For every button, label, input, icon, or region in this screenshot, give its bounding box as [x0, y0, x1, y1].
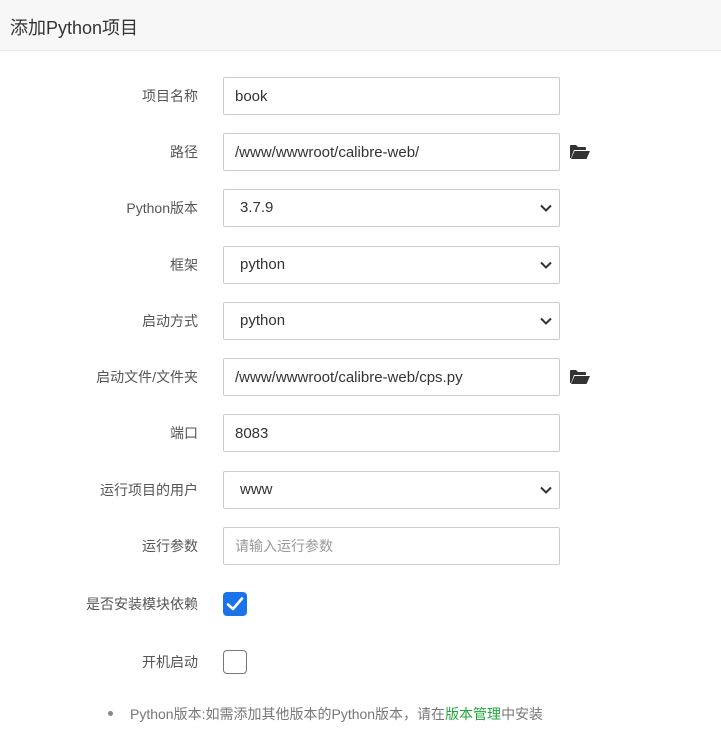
autostart-checkbox[interactable]	[223, 650, 247, 674]
dialog-title: 添加Python项目	[10, 18, 139, 38]
startup-file-row: 启动文件/文件夹	[0, 358, 721, 396]
tip-text-suffix: 中安装	[501, 706, 544, 722]
chevron-down-icon	[540, 204, 552, 212]
framework-label: 框架	[170, 257, 198, 273]
install-deps-checkbox[interactable]	[223, 592, 247, 616]
folder-open-icon[interactable]	[569, 143, 591, 161]
startup-file-label: 启动文件/文件夹	[96, 369, 198, 385]
dialog-title-bar: 添加Python项目	[0, 0, 721, 51]
startup-file-input[interactable]	[223, 358, 560, 396]
version-manage-link[interactable]: 版本管理	[445, 706, 501, 722]
run-user-row: 运行项目的用户 www	[0, 471, 721, 509]
path-label: 路径	[170, 144, 198, 160]
folder-open-icon[interactable]	[569, 368, 591, 386]
python-version-label: Python版本	[126, 200, 198, 216]
chevron-down-icon	[540, 317, 552, 325]
port-row: 端口	[0, 414, 721, 452]
startup-mode-value: python	[240, 312, 286, 329]
add-python-project-dialog: 添加Python项目 项目名称 路径 Python版本 3.7.9 框架 pyt…	[0, 0, 721, 729]
project-name-label: 项目名称	[142, 88, 198, 104]
chevron-down-icon	[540, 261, 552, 269]
python-version-value: 3.7.9	[240, 199, 274, 216]
autostart-row: 开机启动	[0, 643, 721, 681]
python-version-row: Python版本 3.7.9	[0, 189, 721, 227]
project-name-input[interactable]	[223, 77, 560, 115]
python-version-tip: Python版本:如需添加其他版本的Python版本，请在版本管理中安装	[108, 704, 543, 724]
checkmark-icon	[226, 597, 244, 611]
run-args-row: 运行参数	[0, 527, 721, 565]
framework-row: 框架 python	[0, 246, 721, 284]
bullet-icon	[108, 710, 113, 716]
install-deps-label: 是否安装模块依赖	[86, 596, 198, 612]
autostart-label: 开机启动	[142, 654, 198, 670]
framework-value: python	[240, 256, 286, 273]
project-name-row: 项目名称	[0, 77, 721, 115]
run-user-value: www	[240, 481, 273, 498]
path-input[interactable]	[223, 133, 560, 171]
run-args-label: 运行参数	[142, 538, 198, 554]
run-user-label: 运行项目的用户	[100, 482, 198, 498]
python-version-select[interactable]: 3.7.9	[223, 189, 560, 227]
path-row: 路径	[0, 133, 721, 171]
run-user-select[interactable]: www	[223, 471, 560, 509]
startup-mode-select[interactable]: python	[223, 302, 560, 340]
startup-mode-label: 启动方式	[142, 313, 198, 329]
run-args-input[interactable]	[223, 527, 560, 565]
tip-text-prefix: Python版本:如需添加其他版本的Python版本，请在	[130, 706, 446, 722]
port-input[interactable]	[223, 414, 560, 452]
port-label: 端口	[170, 425, 198, 441]
startup-mode-row: 启动方式 python	[0, 302, 721, 340]
install-deps-row: 是否安装模块依赖	[0, 585, 721, 623]
chevron-down-icon	[540, 486, 552, 494]
framework-select[interactable]: python	[223, 246, 560, 284]
